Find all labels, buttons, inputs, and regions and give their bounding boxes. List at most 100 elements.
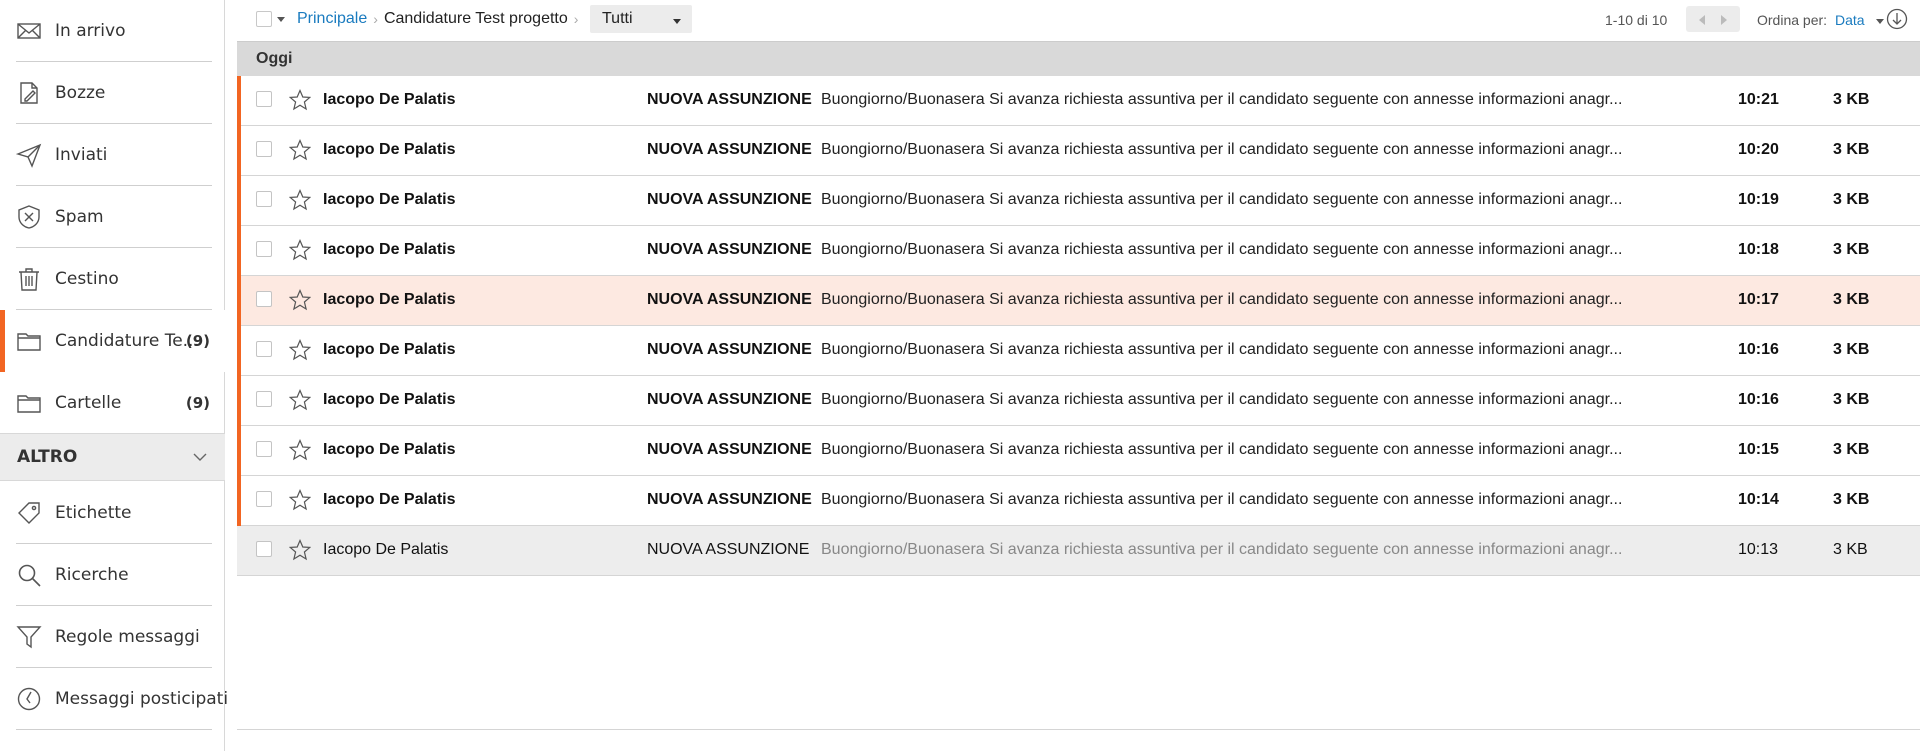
breadcrumb-current: Candidature Test progetto	[383, 10, 568, 27]
star-icon[interactable]	[288, 488, 312, 511]
chevron-right-icon: ›	[373, 11, 378, 27]
sidebar-item-spam[interactable]: Spam	[0, 186, 212, 248]
message-row[interactable]: Iacopo De Palatis NUOVA ASSUNZIONE Buongio…	[237, 176, 1920, 226]
sidebar-item-label: Inviati	[55, 145, 108, 165]
message-row[interactable]: Iacopo De Palatis NUOVA ASSUNZIONE Buongio…	[237, 226, 1920, 276]
message-size: 3 KB	[1833, 191, 1870, 208]
message-sender: Iacopo De Palatis	[323, 441, 456, 458]
message-sender: Iacopo De Palatis	[323, 491, 456, 508]
sidebar-item-candidature[interactable]: Candidature Te... (9)	[0, 310, 225, 372]
message-row[interactable]: Iacopo De Palatis NUOVA ASSUNZIONE Buongio…	[237, 376, 1920, 426]
message-size: 3 KB	[1833, 241, 1870, 258]
toolbar: Principale › Candidature Test progetto ›…	[237, 0, 1920, 40]
sidebar-item-label: Messaggi posticipati	[55, 689, 229, 709]
star-icon[interactable]	[288, 238, 312, 261]
message-size: 3 KB	[1833, 391, 1870, 408]
message-subject: NUOVA ASSUNZIONE	[647, 341, 812, 358]
message-checkbox[interactable]	[256, 191, 272, 207]
message-preview: Buongiorno/Buonasera Si avanza richiesta…	[821, 241, 1623, 258]
unread-indicator	[237, 476, 241, 526]
message-sender: Iacopo De Palatis	[323, 141, 456, 158]
message-row[interactable]: Iacopo De Palatis NUOVA ASSUNZIONE Buongio…	[237, 526, 1920, 576]
message-row[interactable]: Iacopo De Palatis NUOVA ASSUNZIONE Buongio…	[237, 276, 1920, 326]
filter-icon	[16, 624, 42, 650]
message-preview: Buongiorno/Buonasera Si avanza richiesta…	[821, 291, 1623, 308]
send-icon	[16, 142, 42, 168]
previous-page-button[interactable]	[1698, 13, 1706, 25]
message-checkbox[interactable]	[256, 491, 272, 507]
sort-direction-icon[interactable]	[1886, 8, 1908, 30]
sidebar-item-trash[interactable]: Cestino	[0, 248, 212, 310]
message-checkbox[interactable]	[256, 541, 272, 557]
date-group-header: Oggi	[237, 41, 1920, 76]
divider	[16, 729, 212, 730]
sidebar-item-snoozed[interactable]: Messaggi posticipati	[0, 668, 228, 730]
message-row[interactable]: Iacopo De Palatis NUOVA ASSUNZIONE Buongio…	[237, 426, 1920, 476]
sidebar-item-label: Regole messaggi	[55, 627, 200, 647]
unread-indicator	[237, 376, 241, 426]
sidebar-item-label: Cestino	[55, 269, 119, 289]
sidebar-item-inbox[interactable]: In arrivo	[0, 0, 212, 62]
search-icon	[16, 562, 42, 588]
star-icon[interactable]	[288, 138, 312, 161]
unread-count: (9)	[185, 394, 210, 412]
message-row[interactable]: Iacopo De Palatis NUOVA ASSUNZIONE Buongio…	[237, 476, 1920, 526]
message-row[interactable]: Iacopo De Palatis NUOVA ASSUNZIONE Buongio…	[237, 326, 1920, 376]
sidebar-item-searches[interactable]: Ricerche	[0, 544, 212, 606]
message-sender: Iacopo De Palatis	[323, 291, 456, 308]
message-time: 10:16	[1738, 391, 1779, 408]
select-options-caret[interactable]	[277, 17, 285, 22]
date-group-label: Oggi	[256, 50, 293, 67]
message-size: 3 KB	[1833, 91, 1870, 108]
sort-field-dropdown[interactable]: Data	[1835, 12, 1865, 28]
sidebar-item-label: Etichette	[55, 503, 132, 523]
message-list: Iacopo De Palatis NUOVA ASSUNZIONE Buongio…	[237, 76, 1920, 576]
section-label: ALTRO	[17, 447, 78, 467]
caret-down-icon[interactable]	[1876, 19, 1884, 24]
message-row[interactable]: Iacopo De Palatis NUOVA ASSUNZIONE Buongio…	[237, 76, 1920, 126]
message-checkbox[interactable]	[256, 391, 272, 407]
message-checkbox[interactable]	[256, 441, 272, 457]
sidebar-item-sent[interactable]: Inviati	[0, 124, 212, 186]
unread-indicator	[237, 76, 241, 126]
message-time: 10:14	[1738, 491, 1779, 508]
select-all-checkbox[interactable]	[256, 11, 272, 27]
message-checkbox[interactable]	[256, 141, 272, 157]
next-page-button[interactable]	[1720, 13, 1728, 25]
message-checkbox[interactable]	[256, 91, 272, 107]
message-checkbox[interactable]	[256, 341, 272, 357]
sidebar-item-labels[interactable]: Etichette	[0, 482, 212, 544]
message-time: 10:18	[1738, 241, 1779, 258]
star-icon[interactable]	[288, 538, 312, 561]
chevron-right-icon: ›	[573, 11, 579, 27]
message-sender: Iacopo De Palatis	[323, 391, 456, 408]
sidebar-item-folders[interactable]: Cartelle (9)	[0, 372, 212, 434]
section-altro-header[interactable]: ALTRO	[0, 433, 225, 481]
message-subject: NUOVA ASSUNZIONE	[647, 441, 812, 458]
star-icon[interactable]	[288, 288, 312, 311]
divider	[237, 729, 1920, 730]
sidebar-item-drafts[interactable]: Bozze	[0, 62, 212, 124]
message-time: 10:20	[1738, 141, 1779, 158]
breadcrumb-home-link[interactable]: Principale	[297, 10, 367, 28]
shield-icon	[16, 204, 42, 230]
message-row[interactable]: Iacopo De Palatis NUOVA ASSUNZIONE Buongio…	[237, 126, 1920, 176]
message-preview: Buongiorno/Buonasera Si avanza richiesta…	[821, 391, 1623, 408]
star-icon[interactable]	[288, 338, 312, 361]
star-icon[interactable]	[288, 438, 312, 461]
unread-count: (9)	[185, 332, 210, 350]
message-sender: Iacopo De Palatis	[323, 241, 456, 258]
message-subject: NUOVA ASSUNZIONE	[647, 391, 812, 408]
message-checkbox[interactable]	[256, 241, 272, 257]
filter-dropdown[interactable]: Tutti	[590, 5, 692, 33]
star-icon[interactable]	[288, 388, 312, 411]
message-subject: NUOVA ASSUNZIONE	[647, 291, 812, 308]
star-icon[interactable]	[288, 188, 312, 211]
sidebar: In arrivo Bozze Inviati Spam Cestino Can…	[0, 0, 228, 751]
message-size: 3 KB	[1833, 291, 1870, 308]
tag-icon	[16, 500, 42, 526]
sidebar-item-label: In arrivo	[55, 21, 126, 41]
star-icon[interactable]	[288, 88, 312, 111]
sidebar-item-rules[interactable]: Regole messaggi	[0, 606, 212, 668]
message-checkbox[interactable]	[256, 291, 272, 307]
